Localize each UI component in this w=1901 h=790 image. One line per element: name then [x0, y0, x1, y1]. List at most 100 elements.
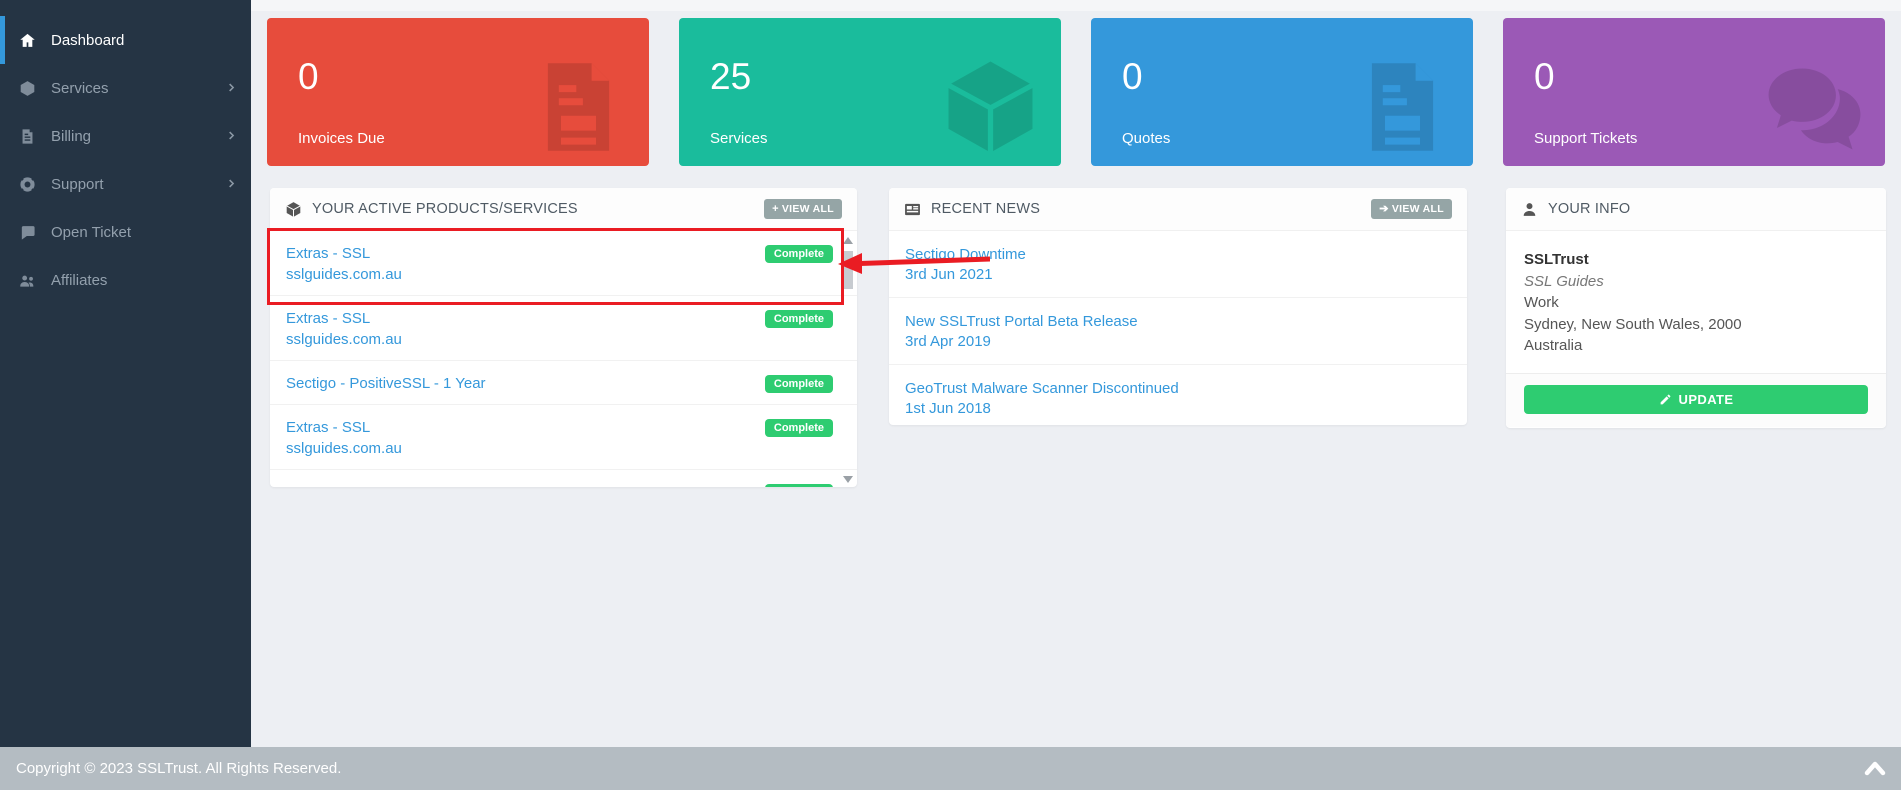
product-link[interactable]: Extras - SSL — [286, 482, 757, 487]
stat-value: 25 — [710, 58, 751, 95]
news-link[interactable]: GeoTrust Malware Scanner Discontinued — [905, 379, 1451, 399]
view-all-label: VIEW ALL — [782, 203, 834, 215]
scrollbar-down-arrow[interactable] — [843, 476, 853, 483]
news-link[interactable]: New SSLTrust Portal Beta Release — [905, 312, 1451, 332]
top-strip — [251, 0, 1901, 11]
product-link[interactable]: Sectigo - PositiveSSL - 1 Year — [286, 373, 757, 394]
cube-icon — [938, 52, 1043, 162]
stat-value: 0 — [1534, 58, 1555, 95]
cube-icon — [285, 201, 302, 218]
status-badge: Complete — [765, 245, 833, 263]
product-row[interactable]: Extras - SSL sslguides.com.au Complete — [270, 231, 857, 295]
dashboard-page: Dashboard Services Billing Support — [0, 0, 1901, 790]
news-date[interactable]: 3rd Jun 2021 — [905, 265, 1451, 285]
news-list: Sectigo Downtime 3rd Jun 2021 New SSLTru… — [889, 231, 1467, 425]
sidebar-item-label: Dashboard — [51, 32, 124, 49]
sidebar-item-support[interactable]: Support — [0, 160, 251, 208]
sidebar-item-label: Open Ticket — [51, 224, 131, 241]
active-products-panel: YOUR ACTIVE PRODUCTS/SERVICES + VIEW ALL… — [270, 188, 857, 487]
product-link[interactable]: Extras - SSL — [286, 417, 757, 438]
product-link[interactable]: Extras - SSL — [286, 243, 757, 264]
cube-icon — [17, 78, 37, 98]
view-all-label: VIEW ALL — [1392, 203, 1444, 215]
chevron-up-icon — [1863, 759, 1887, 777]
arrow-right-icon: ➔ — [1379, 204, 1389, 215]
invoice-icon — [526, 52, 631, 162]
product-row[interactable]: Extras - SSL sslguides.com.au Complete — [270, 295, 857, 360]
products-list: Extras - SSL sslguides.com.au Complete E… — [270, 231, 857, 487]
sidebar-item-label: Billing — [51, 128, 91, 145]
sidebar-item-services[interactable]: Services — [0, 64, 251, 112]
stat-label: Support Tickets — [1534, 130, 1637, 147]
update-details-button[interactable]: UPDATE — [1524, 385, 1868, 414]
news-item[interactable]: GeoTrust Malware Scanner Discontinued 1s… — [889, 364, 1467, 425]
panel-title: YOUR INFO — [1548, 201, 1630, 217]
sidebar-item-label: Support — [51, 176, 104, 193]
invoice-icon — [17, 126, 37, 146]
panel-title: YOUR ACTIVE PRODUCTS/SERVICES — [312, 201, 578, 217]
sidebar-item-label: Services — [51, 80, 109, 97]
product-row[interactable]: Sectigo - PositiveSSL - 1 Year Complete — [270, 360, 857, 404]
chevron-right-icon — [226, 176, 237, 193]
chevron-right-icon — [226, 128, 237, 145]
stat-value: 0 — [298, 58, 319, 95]
newspaper-icon — [904, 201, 921, 218]
client-company: SSL Guides — [1524, 271, 1868, 293]
status-badge: Complete — [765, 310, 833, 328]
product-row[interactable]: Extras - SSL sslguides.com.au Complete — [270, 404, 857, 469]
sidebar-item-open-ticket[interactable]: Open Ticket — [0, 208, 251, 256]
client-name: SSLTrust — [1524, 249, 1868, 271]
sidebar-item-label: Affiliates — [51, 272, 107, 289]
stat-label: Invoices Due — [298, 130, 385, 147]
scrollbar-thumb[interactable] — [841, 251, 853, 289]
user-icon — [1521, 201, 1538, 218]
plus-icon: + — [772, 204, 779, 215]
stat-card-support-tickets[interactable]: 0 Support Tickets — [1503, 18, 1885, 166]
panel-heading: YOUR INFO — [1506, 188, 1886, 231]
product-domain-link[interactable]: sslguides.com.au — [286, 329, 757, 350]
status-badge: Complete — [765, 375, 833, 393]
news-link[interactable]: Sectigo Downtime — [905, 245, 1451, 265]
recent-news-panel: RECENT NEWS ➔ VIEW ALL Sectigo Downtime … — [889, 188, 1467, 425]
comment-icon — [17, 222, 37, 242]
products-view-all-button[interactable]: + VIEW ALL — [764, 199, 842, 219]
info-footer: UPDATE — [1506, 373, 1886, 427]
invoice-icon — [1350, 52, 1455, 162]
client-country: Australia — [1524, 335, 1868, 357]
stat-label: Services — [710, 130, 768, 147]
news-item[interactable]: Sectigo Downtime 3rd Jun 2021 — [889, 231, 1467, 297]
products-scrollbar[interactable] — [841, 237, 854, 483]
copyright-text: Copyright © 2023 SSLTrust. All Rights Re… — [16, 760, 341, 777]
stat-card-quotes[interactable]: 0 Quotes — [1091, 18, 1473, 166]
client-address-line1: Work — [1524, 292, 1868, 314]
panel-heading: RECENT NEWS ➔ VIEW ALL — [889, 188, 1467, 231]
life-ring-icon — [17, 174, 37, 194]
users-icon — [17, 270, 37, 290]
news-date[interactable]: 3rd Apr 2019 — [905, 332, 1451, 352]
footer: Copyright © 2023 SSLTrust. All Rights Re… — [0, 747, 1901, 790]
your-info-panel: YOUR INFO SSLTrust SSL Guides Work Sydne… — [1506, 188, 1886, 428]
comments-icon — [1762, 52, 1867, 162]
news-date[interactable]: 1st Jun 2018 — [905, 399, 1451, 419]
home-icon — [17, 30, 37, 50]
scroll-to-top-button[interactable] — [1857, 756, 1887, 782]
stat-card-services[interactable]: 25 Services — [679, 18, 1061, 166]
status-badge: Complete — [765, 419, 833, 437]
product-link[interactable]: Extras - SSL — [286, 308, 757, 329]
news-item[interactable]: New SSLTrust Portal Beta Release 3rd Apr… — [889, 297, 1467, 364]
sidebar-item-dashboard[interactable]: Dashboard — [0, 16, 251, 64]
stat-card-invoices-due[interactable]: 0 Invoices Due — [267, 18, 649, 166]
news-view-all-button[interactable]: ➔ VIEW ALL — [1371, 199, 1452, 219]
sidebar-item-billing[interactable]: Billing — [0, 112, 251, 160]
client-address-line2: Sydney, New South Wales, 2000 — [1524, 314, 1868, 336]
chevron-right-icon — [226, 80, 237, 97]
sidebar-item-affiliates[interactable]: Affiliates — [0, 256, 251, 304]
product-domain-link[interactable]: sslguides.com.au — [286, 264, 757, 285]
pencil-icon — [1659, 393, 1672, 406]
client-info: SSLTrust SSL Guides Work Sydney, New Sou… — [1506, 231, 1886, 373]
panel-title: RECENT NEWS — [931, 201, 1040, 217]
scrollbar-up-arrow[interactable] — [843, 237, 853, 244]
product-row[interactable]: Extras - SSL Complete — [270, 469, 857, 487]
status-badge: Complete — [765, 484, 833, 487]
product-domain-link[interactable]: sslguides.com.au — [286, 438, 757, 459]
